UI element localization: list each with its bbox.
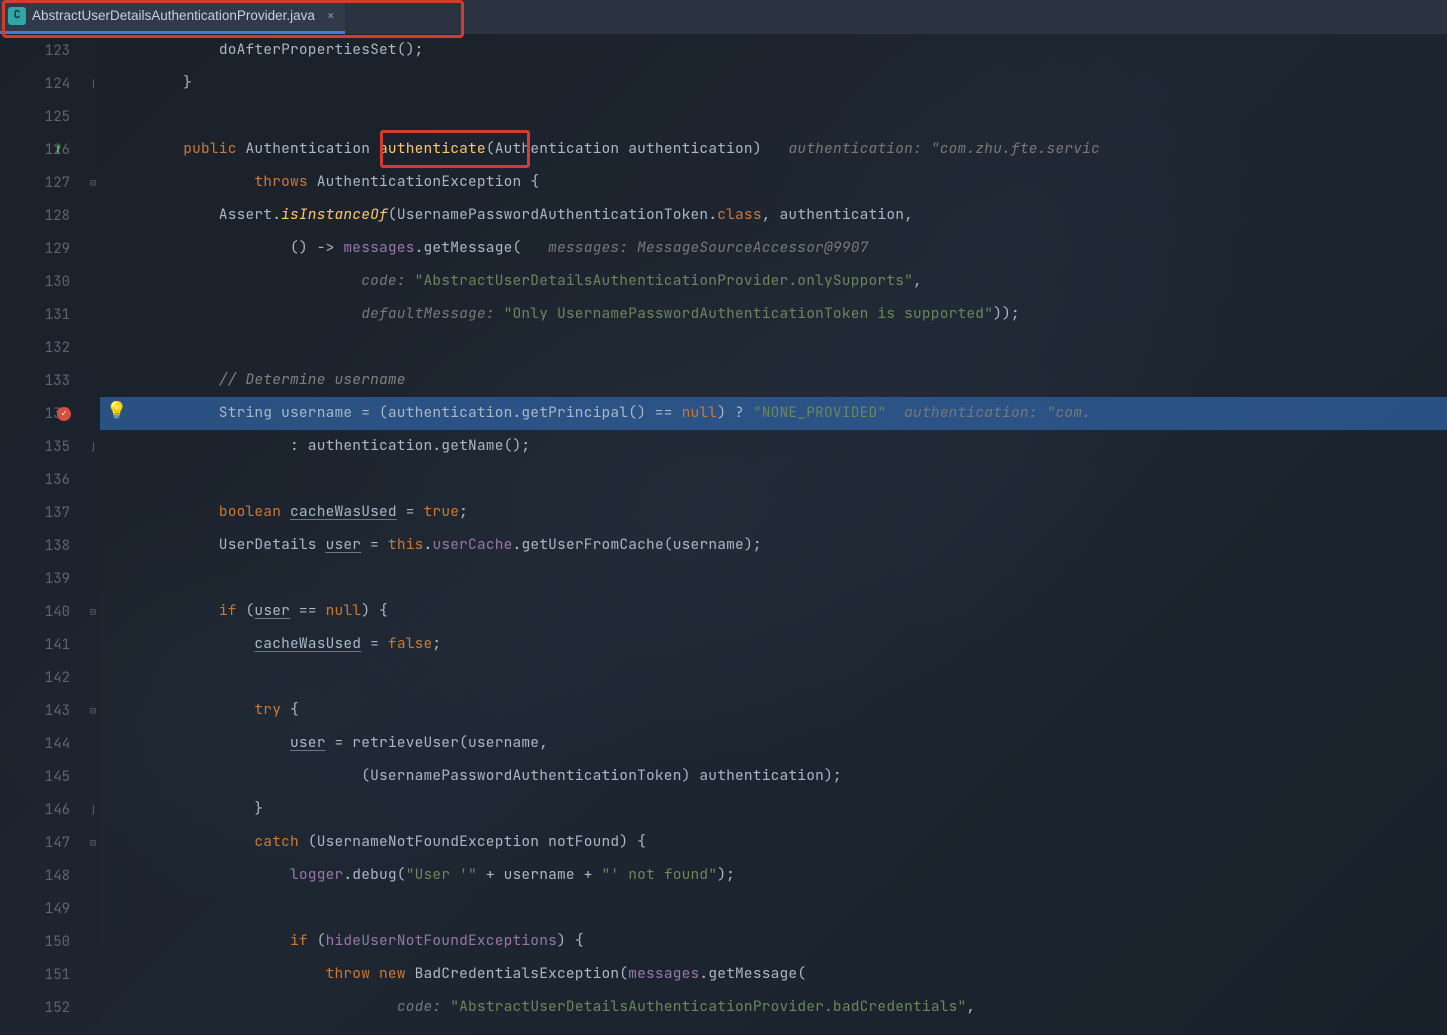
- gutter-line-number[interactable]: 124⌋: [0, 67, 100, 100]
- gutter-line-number[interactable]: 140⊟: [0, 595, 100, 628]
- code-line[interactable]: [112, 331, 1447, 364]
- code-line[interactable]: logger.debug("User '" + username + "' no…: [112, 859, 1447, 892]
- code-line[interactable]: if (user == null) {: [112, 595, 1447, 628]
- gutter-line-number[interactable]: 139: [0, 562, 100, 595]
- code-line[interactable]: }: [112, 793, 1447, 826]
- code-line[interactable]: [112, 100, 1447, 133]
- code-area[interactable]: doAfterPropertiesSet(); } public Authent…: [100, 34, 1447, 1024]
- gutter-line-number[interactable]: 146⌋: [0, 793, 100, 826]
- gutter-line-number[interactable]: 147⊟: [0, 826, 100, 859]
- code-editor[interactable]: 123124⌋125126⬆127⊟1281291301311321331341…: [0, 34, 1447, 1024]
- code-line[interactable]: public Authentication authenticate(Authe…: [112, 133, 1447, 166]
- fold-icon[interactable]: ⌋: [90, 805, 96, 815]
- gutter-line-number[interactable]: 150: [0, 925, 100, 958]
- code-line[interactable]: catch (UsernameNotFoundException notFoun…: [112, 826, 1447, 859]
- code-line[interactable]: code: "AbstractUserDetailsAuthentication…: [112, 991, 1447, 1024]
- code-line[interactable]: [112, 892, 1447, 925]
- close-icon[interactable]: ×: [327, 9, 335, 22]
- code-line[interactable]: [112, 661, 1447, 694]
- code-line[interactable]: (UsernamePasswordAuthenticationToken) au…: [112, 760, 1447, 793]
- gutter-line-number[interactable]: 143⊟: [0, 694, 100, 727]
- gutter-line-number[interactable]: 123: [0, 34, 100, 67]
- gutter-line-number[interactable]: 132: [0, 331, 100, 364]
- gutter-line-number[interactable]: 135⌋: [0, 430, 100, 463]
- code-line[interactable]: () -> messages.getMessage( messages: Mes…: [112, 232, 1447, 265]
- code-line[interactable]: // Determine username: [112, 364, 1447, 397]
- intention-bulb-icon[interactable]: 💡: [106, 403, 127, 420]
- code-line[interactable]: throws AuthenticationException {: [112, 166, 1447, 199]
- gutter[interactable]: 123124⌋125126⬆127⊟1281291301311321331341…: [0, 34, 100, 1024]
- code-line[interactable]: boolean cacheWasUsed = true;: [112, 496, 1447, 529]
- gutter-line-number[interactable]: 126⬆: [0, 133, 100, 166]
- code-line[interactable]: UserDetails user = this.userCache.getUse…: [112, 529, 1447, 562]
- editor-tab[interactable]: C AbstractUserDetailsAuthenticationProvi…: [0, 0, 345, 34]
- fold-icon[interactable]: ⊟: [90, 706, 96, 716]
- gutter-line-number[interactable]: 144: [0, 727, 100, 760]
- code-line[interactable]: doAfterPropertiesSet();: [112, 34, 1447, 67]
- gutter-line-number[interactable]: 152: [0, 991, 100, 1024]
- code-line[interactable]: code: "AbstractUserDetailsAuthentication…: [112, 265, 1447, 298]
- override-marker-icon[interactable]: ⬆: [50, 142, 66, 158]
- gutter-line-number[interactable]: 129: [0, 232, 100, 265]
- code-line[interactable]: defaultMessage: "Only UsernamePasswordAu…: [112, 298, 1447, 331]
- gutter-line-number[interactable]: 133: [0, 364, 100, 397]
- gutter-line-number[interactable]: 142: [0, 661, 100, 694]
- code-line[interactable]: String username = (authentication.getPri…: [112, 397, 1447, 430]
- gutter-line-number[interactable]: 125: [0, 100, 100, 133]
- code-line[interactable]: throw new BadCredentialsException(messag…: [112, 958, 1447, 991]
- breakpoint-icon[interactable]: [56, 406, 72, 422]
- gutter-line-number[interactable]: 131: [0, 298, 100, 331]
- code-line[interactable]: try {: [112, 694, 1447, 727]
- code-line[interactable]: }: [112, 67, 1447, 100]
- gutter-line-number[interactable]: 130: [0, 265, 100, 298]
- gutter-line-number[interactable]: 149: [0, 892, 100, 925]
- fold-icon[interactable]: ⌋: [90, 442, 96, 452]
- fold-icon[interactable]: ⊟: [90, 607, 96, 617]
- fold-icon[interactable]: ⊟: [90, 178, 96, 188]
- gutter-line-number[interactable]: 141: [0, 628, 100, 661]
- gutter-line-number[interactable]: 128: [0, 199, 100, 232]
- gutter-line-number[interactable]: 127⊟: [0, 166, 100, 199]
- fold-icon[interactable]: ⌋: [90, 79, 96, 89]
- code-line[interactable]: if (hideUserNotFoundExceptions) {: [112, 925, 1447, 958]
- fold-icon[interactable]: ⊟: [90, 838, 96, 848]
- code-line[interactable]: user = retrieveUser(username,: [112, 727, 1447, 760]
- tab-title: AbstractUserDetailsAuthenticationProvide…: [32, 9, 315, 23]
- gutter-line-number[interactable]: 151: [0, 958, 100, 991]
- gutter-line-number[interactable]: 136: [0, 463, 100, 496]
- code-line[interactable]: [112, 562, 1447, 595]
- java-class-icon: C: [8, 7, 26, 25]
- editor-tab-bar: C AbstractUserDetailsAuthenticationProvi…: [0, 0, 1447, 34]
- gutter-line-number[interactable]: 145: [0, 760, 100, 793]
- code-line[interactable]: Assert.isInstanceOf(UsernamePasswordAuth…: [112, 199, 1447, 232]
- gutter-line-number[interactable]: 137: [0, 496, 100, 529]
- code-line[interactable]: : authentication.getName();: [112, 430, 1447, 463]
- code-line[interactable]: [112, 463, 1447, 496]
- gutter-line-number[interactable]: 148: [0, 859, 100, 892]
- gutter-line-number[interactable]: 134: [0, 397, 100, 430]
- gutter-line-number[interactable]: 138: [0, 529, 100, 562]
- code-line[interactable]: cacheWasUsed = false;: [112, 628, 1447, 661]
